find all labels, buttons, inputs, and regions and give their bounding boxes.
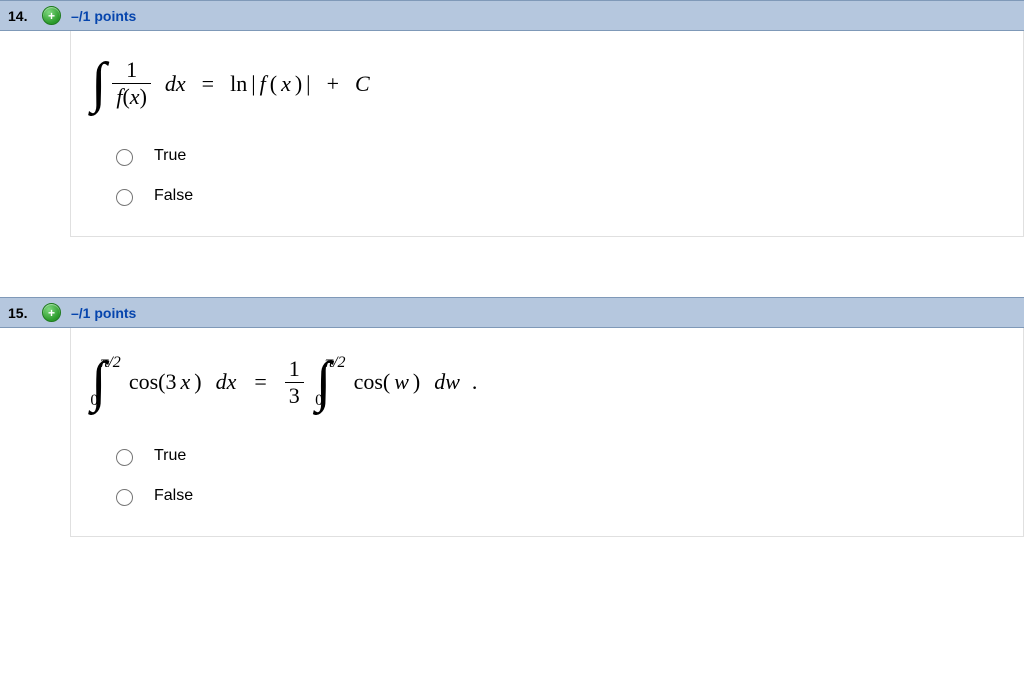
option-false[interactable]: False xyxy=(111,176,1023,216)
option-label: False xyxy=(154,187,193,205)
options: True False xyxy=(71,126,1023,216)
equals: = xyxy=(254,369,266,395)
dw: dw xyxy=(434,369,460,395)
integral-limits: π/2 0 xyxy=(100,356,120,408)
question-14: 14. + –/1 points ∫ 1 f(x) dx = ln|f(x)| … xyxy=(0,0,1024,237)
radio-true[interactable] xyxy=(116,449,133,466)
fraction: 1 f(x) xyxy=(112,59,151,108)
option-label: True xyxy=(154,147,186,165)
question-header: 15. + –/1 points xyxy=(0,297,1024,328)
var-x: x xyxy=(180,369,190,395)
abs-bar: | xyxy=(306,71,310,97)
radio-false[interactable] xyxy=(116,189,133,206)
res-x: x xyxy=(281,71,291,97)
option-true[interactable]: True xyxy=(111,136,1023,176)
question-number: 14. xyxy=(8,8,32,24)
points-label: –/1 points xyxy=(71,305,136,321)
fx-x: x xyxy=(130,84,140,109)
period: . xyxy=(472,369,478,395)
equals: = xyxy=(202,71,214,97)
equation: ∫ π/2 0 cos(3x) dx = 1 3 ∫ π/2 0 xyxy=(71,348,1023,426)
fraction-num: 1 xyxy=(285,358,304,382)
dx: dx xyxy=(165,71,186,97)
var-w: w xyxy=(394,369,409,395)
options: True False xyxy=(71,426,1023,516)
fraction-num: 1 xyxy=(122,59,141,83)
plus-icon[interactable]: + xyxy=(42,6,61,25)
upper-limit: π/2 xyxy=(325,354,345,372)
option-true[interactable]: True xyxy=(111,436,1023,476)
lower-limit: 0 xyxy=(90,392,98,410)
ln: ln xyxy=(230,71,247,97)
constant-c: C xyxy=(355,71,370,97)
lower-limit: 0 xyxy=(315,392,323,410)
integral-symbol: ∫ xyxy=(91,64,106,103)
question-body: ∫ π/2 0 cos(3x) dx = 1 3 ∫ π/2 0 xyxy=(70,328,1024,537)
dx: dx xyxy=(216,369,237,395)
cos: cos( xyxy=(354,369,391,395)
integral-limits: π/2 0 xyxy=(325,356,345,408)
close-paren: ) xyxy=(194,369,201,395)
def-integral-right: ∫ π/2 0 xyxy=(316,356,350,408)
upper-limit: π/2 xyxy=(100,354,120,372)
fraction-den: 3 xyxy=(285,382,304,407)
question-header: 14. + –/1 points xyxy=(0,0,1024,31)
fraction: 1 3 xyxy=(285,358,304,407)
radio-true[interactable] xyxy=(116,149,133,166)
option-false[interactable]: False xyxy=(111,476,1023,516)
question-number: 15. xyxy=(8,305,32,321)
def-integral-left: ∫ π/2 0 xyxy=(91,356,125,408)
option-label: False xyxy=(154,487,193,505)
cos-3: cos(3 xyxy=(129,369,177,395)
res-f: f xyxy=(260,71,266,97)
close-paren: ) xyxy=(413,369,420,395)
abs-bar: | xyxy=(251,71,255,97)
question-body: ∫ 1 f(x) dx = ln|f(x)| + C True xyxy=(70,31,1024,237)
option-label: True xyxy=(154,447,186,465)
question-15: 15. + –/1 points ∫ π/2 0 cos(3x) dx = 1 … xyxy=(0,297,1024,537)
points-label: –/1 points xyxy=(71,8,136,24)
equation: ∫ 1 f(x) dx = ln|f(x)| + C xyxy=(71,51,1023,126)
plus: + xyxy=(327,71,339,97)
radio-false[interactable] xyxy=(116,489,133,506)
plus-icon[interactable]: + xyxy=(42,303,61,322)
fraction-den: f(x) xyxy=(112,83,151,108)
